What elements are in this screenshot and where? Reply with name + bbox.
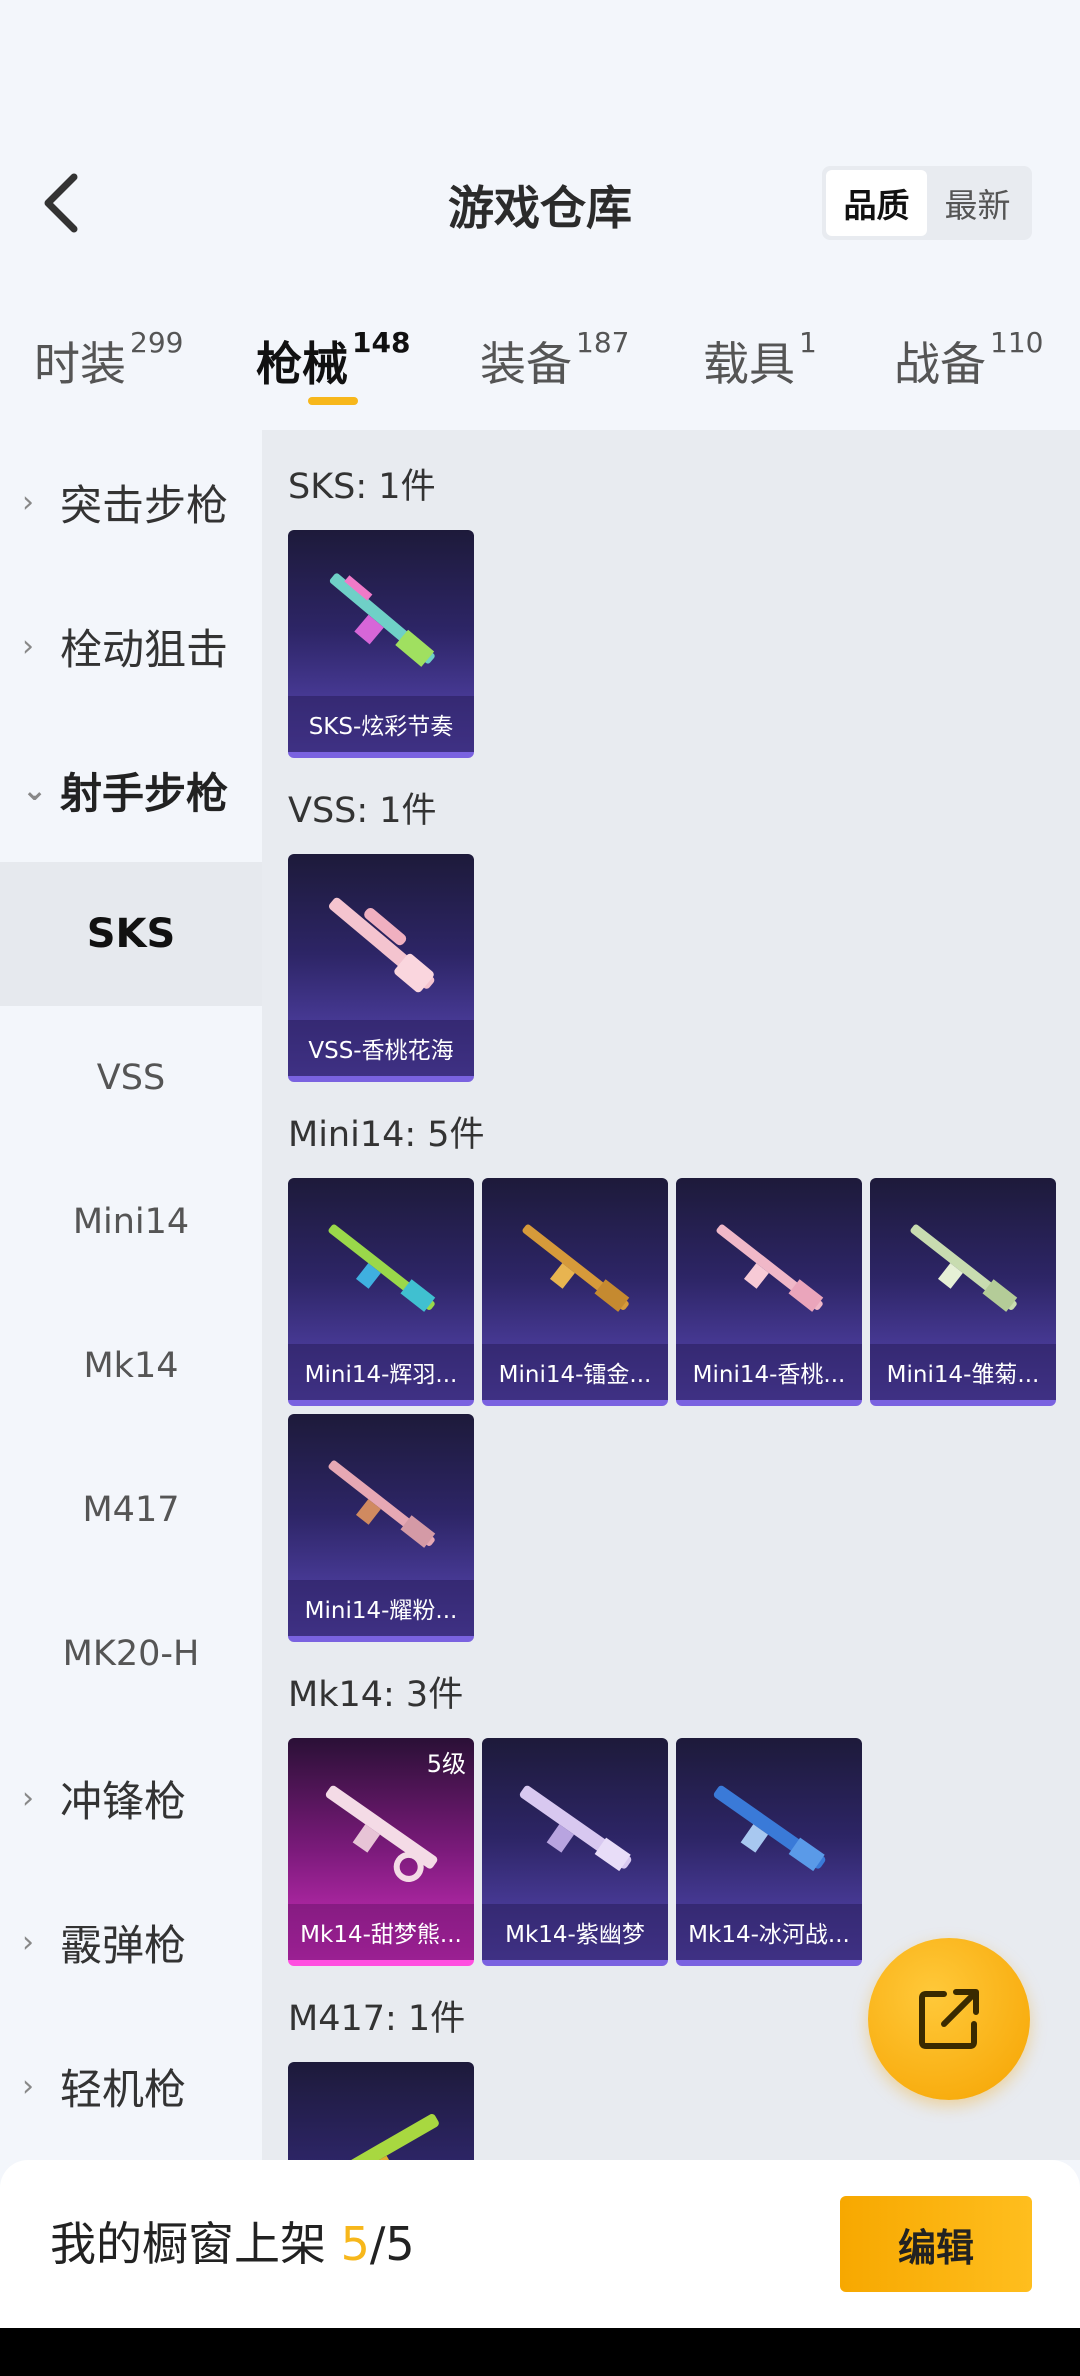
rifle-skin-icon [328,1460,436,1548]
sidebar-item-label: 冲锋枪 [60,1776,187,1826]
rifle-skin-icon [329,573,435,667]
sidebar-item-label: 霰弹枪 [60,1920,187,1970]
tab-count: 148 [352,326,411,359]
rifle-skin-icon [328,1224,436,1312]
sidebar-item-label: 轻机枪 [60,2064,187,2114]
header: 游戏仓库 品质 最新 时装 299 枪械 148 装备 187 载具 1 战备 110 [0,0,1080,405]
sidebar-subitem-sks[interactable]: SKS [0,862,262,1006]
item-label: Mk14-冰河战... [676,1904,862,1960]
chevron-right-icon: › [22,1780,34,1816]
item-label: Mini14-镭金... [482,1344,668,1400]
sidebar-item-label: 射手步枪 [60,768,229,818]
rifle-skin-icon [328,897,435,993]
item-label: Mk14-甜梦熊... [288,1904,474,1960]
sidebar-item-label: 突击步枪 [60,480,229,530]
group-title: SKS: 1件 [288,467,436,507]
tab-label: 载具 [703,337,795,391]
item-card[interactable]: Mini14-雏菊... [870,1178,1056,1406]
item-card[interactable]: Mini14-镭金... [482,1178,668,1406]
sidebar-subitem-m417[interactable]: M417 [0,1438,262,1582]
chevron-right-icon: › [22,1924,34,1960]
sidebar-item-lmg[interactable]: › 轻机枪 [0,2014,262,2158]
sidebar-subitem-mk14[interactable]: Mk14 [0,1294,262,1438]
showcase-label: 我的橱窗上架 [50,2217,341,2271]
tab-guns[interactable]: 枪械 148 [256,326,411,394]
group-title: Mk14: 3件 [288,1675,464,1715]
system-nav-bar [0,2328,1080,2376]
sidebar-item-smg[interactable]: › 冲锋枪 [0,1726,262,1870]
rifle-skin-icon [713,1785,826,1872]
item-label: Mini14-雏菊... [870,1344,1056,1400]
item-level-badge: 5级 [426,1750,466,1778]
tab-count: 299 [130,326,184,359]
item-label: Mini14-香桃... [676,1344,862,1400]
item-card[interactable]: 5级 Mk14-甜梦熊... [288,1738,474,1966]
tab-label: 装备 [480,337,572,391]
edit-button[interactable]: 编辑 [840,2196,1032,2292]
group-title: VSS: 1件 [288,791,437,831]
item-card[interactable]: VSS-香桃花海 [288,854,474,1082]
group-title: M417: 1件 [288,1999,466,2039]
sidebar-item-marksman-rifle[interactable]: ⌄ 射手步枪 [0,718,262,862]
item-label: VSS-香桃花海 [288,1020,474,1076]
item-label: Mini14-耀粉... [288,1580,474,1636]
tab-count: 110 [990,326,1044,359]
rifle-skin-icon [522,1224,630,1312]
active-tab-indicator [308,397,358,405]
item-card[interactable]: Mk14-紫幽梦 [482,1738,668,1966]
showcase-total-count: /5 [369,2217,415,2271]
sidebar: › 突击步枪 › 栓动狙击 ⌄ 射手步枪 SKS VSS Mini14 Mk14 M4… [0,430,262,2160]
sidebar-item-shotgun[interactable]: › 霰弹枪 [0,1870,262,2014]
sidebar-subitem-mini14[interactable]: Mini14 [0,1150,262,1294]
bottom-bar: 我的橱窗上架 5/5 编辑 [0,2160,1080,2328]
item-label: Mini14-辉羽... [288,1344,474,1400]
group-title: Mini14: 5件 [288,1115,485,1155]
tab-label: 时装 [34,337,126,391]
chevron-right-icon: › [22,2068,34,2104]
sort-toggle: 品质 最新 [822,166,1032,240]
share-external-icon [919,1989,979,2049]
item-card[interactable]: Mk14-冰河战... [676,1738,862,1966]
sort-quality-option[interactable]: 品质 [826,170,927,236]
share-button[interactable] [868,1938,1030,2100]
sidebar-item-label: 栓动狙击 [60,624,229,674]
tab-supplies[interactable]: 战备 110 [894,326,1044,394]
rifle-skin-icon [716,1224,824,1312]
category-tabs: 时装 299 枪械 148 装备 187 载具 1 战备 110 [0,318,1080,428]
tab-equipment[interactable]: 装备 187 [480,326,630,394]
tab-fashion[interactable]: 时装 299 [34,326,184,394]
item-label: SKS-炫彩节奏 [288,696,474,752]
item-card[interactable]: Mini14-耀粉... [288,1414,474,1642]
tab-label: 战备 [894,337,986,391]
sort-newest-option[interactable]: 最新 [927,170,1028,236]
tab-count: 187 [576,326,630,359]
sidebar-subitem-vss[interactable]: VSS [0,1006,262,1150]
chevron-right-icon: › [22,628,34,664]
tab-label: 枪械 [256,337,348,391]
item-card[interactable]: Mini14-辉羽... [288,1178,474,1406]
rifle-skin-icon [519,1785,632,1872]
game-warehouse-screen: 游戏仓库 品质 最新 时装 299 枪械 148 装备 187 载具 1 战备 110 ›… [0,0,1080,2376]
sidebar-subitem-mk20h[interactable]: MK20-H [0,1582,262,1726]
item-card[interactable] [288,2062,474,2160]
tab-vehicles[interactable]: 载具 1 [703,326,817,394]
showcase-status: 我的橱窗上架 5/5 [50,2208,415,2274]
tab-count: 1 [799,326,817,359]
item-label: Mk14-紫幽梦 [482,1904,668,1960]
item-card[interactable]: Mini14-香桃... [676,1178,862,1406]
sidebar-item-bolt-sniper[interactable]: › 栓动狙击 [0,574,262,718]
chevron-down-icon: ⌄ [22,772,48,808]
showcase-current-count: 5 [340,2217,370,2271]
item-card[interactable]: SKS-炫彩节奏 [288,530,474,758]
rifle-skin-icon [322,2114,439,2160]
chevron-right-icon: › [22,484,34,520]
rifle-skin-icon [910,1224,1018,1312]
item-grid: SKS: 1件 SKS-炫彩节奏 VSS: 1件 VSS-香桃花海 Mini14… [262,430,1080,2160]
sidebar-item-assault-rifle[interactable]: › 突击步枪 [0,430,262,574]
rifle-skin-icon [325,1785,438,1882]
